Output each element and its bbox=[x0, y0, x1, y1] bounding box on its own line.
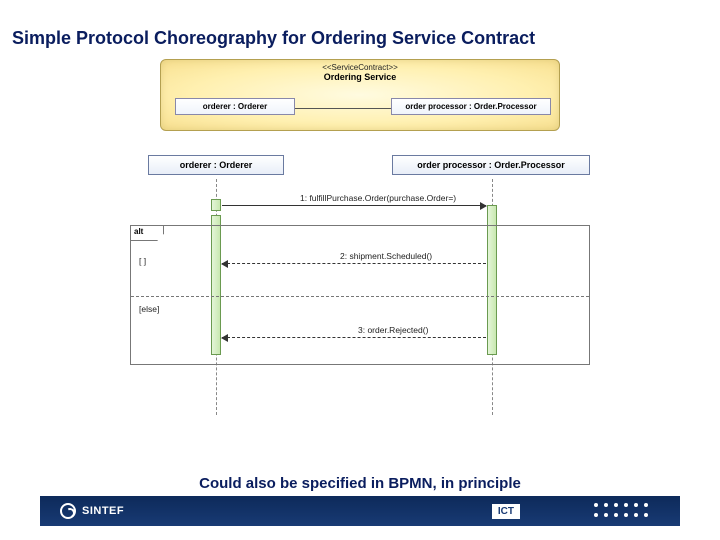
role-connector bbox=[295, 108, 391, 109]
message-1-label: 1: fulfillPurchase.Order(purchase.Order=… bbox=[300, 193, 456, 203]
activation-orderer-1 bbox=[211, 199, 221, 211]
alt-tag: alt bbox=[130, 225, 164, 241]
guard-else: [else] bbox=[139, 304, 159, 314]
caption: Could also be specified in BPMN, in prin… bbox=[0, 475, 720, 492]
alt-divider bbox=[131, 296, 589, 297]
message-1-arrow bbox=[222, 205, 486, 206]
footer-bar: SINTEF ICT bbox=[40, 496, 680, 526]
brand-logo-icon bbox=[60, 503, 76, 519]
alt-frame: alt [ ] [else] bbox=[130, 225, 590, 365]
brand-name: SINTEF bbox=[82, 505, 124, 517]
contract-role-processor: order processor : Order.Processor bbox=[391, 98, 551, 115]
guard-1: [ ] bbox=[139, 256, 146, 266]
message-2-arrow bbox=[222, 263, 486, 264]
stereotype-label: <<ServiceContract>> bbox=[161, 60, 559, 72]
footer-dots-icon bbox=[594, 503, 650, 519]
brand-logo: SINTEF bbox=[40, 503, 124, 519]
message-3-arrow bbox=[222, 337, 486, 338]
contract-name: Ordering Service bbox=[161, 72, 559, 82]
service-contract-box: <<ServiceContract>> Ordering Service ord… bbox=[160, 59, 560, 131]
footer-unit-badge: ICT bbox=[492, 504, 520, 519]
message-2-label: 2: shipment.Scheduled() bbox=[340, 251, 432, 261]
page-title: Simple Protocol Choreography for Orderin… bbox=[0, 0, 720, 55]
contract-role-orderer: orderer : Orderer bbox=[175, 98, 295, 115]
message-3-label: 3: order.Rejected() bbox=[358, 325, 428, 335]
lifeline-orderer-head: orderer : Orderer bbox=[148, 155, 284, 175]
lifeline-processor-head: order processor : Order.Processor bbox=[392, 155, 590, 175]
sequence-diagram: <<ServiceContract>> Ordering Service ord… bbox=[100, 55, 620, 415]
